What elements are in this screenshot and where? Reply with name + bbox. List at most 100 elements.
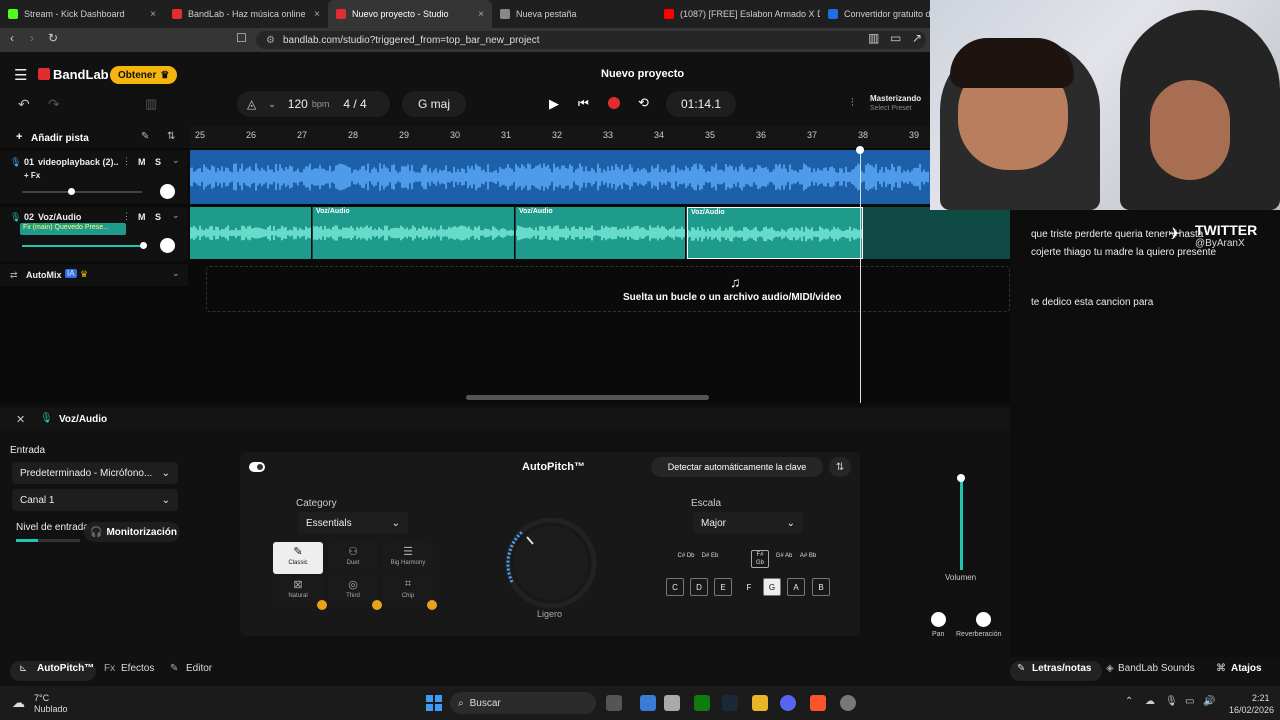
audio-clip[interactable]: Voz/Audio bbox=[313, 207, 515, 259]
task-view-icon[interactable] bbox=[606, 695, 622, 711]
volume-icon[interactable]: 🔊 bbox=[1203, 696, 1215, 707]
pen-icon[interactable]: ✎ bbox=[141, 131, 149, 142]
audio-clip-selected[interactable]: Voz/Audio bbox=[687, 207, 863, 259]
volume-fader[interactable] bbox=[960, 478, 963, 570]
detect-key-button[interactable]: Detectar automáticamente la clave bbox=[651, 457, 823, 477]
keyboard-icon[interactable]: ▥ bbox=[145, 96, 157, 112]
add-track-button[interactable]: Añadir pista bbox=[31, 133, 89, 144]
chevron-down-icon[interactable]: ⌄ bbox=[268, 99, 276, 110]
volume-slider[interactable] bbox=[22, 242, 147, 249]
project-title[interactable]: Nuevo proyecto bbox=[601, 68, 684, 80]
track-header-1[interactable]: 🎙 01 videoplayback (2)... ⋮ M S ⌄ + Fx bbox=[0, 150, 188, 204]
key-selector[interactable]: G maj bbox=[402, 91, 466, 117]
key-g-sharp[interactable]: G# Ab bbox=[775, 552, 793, 570]
pan-knob[interactable] bbox=[931, 612, 946, 627]
get-button[interactable]: Obtener ♛ bbox=[110, 66, 178, 84]
close-icon[interactable]: × bbox=[478, 9, 484, 20]
browser-tab[interactable]: Nueva pestaña bbox=[492, 0, 656, 28]
playhead-handle[interactable] bbox=[856, 146, 864, 154]
volume-slider-handle[interactable] bbox=[140, 242, 147, 249]
timeline-ruler[interactable]: 25 26 27 28 29 30 31 32 33 34 35 36 37 3… bbox=[190, 126, 930, 148]
lyrics-line[interactable]: te dedico esta cancion para bbox=[1031, 297, 1153, 308]
chevron-down-icon[interactable]: ⌄ bbox=[172, 268, 180, 279]
mastering-icon[interactable]: ⫶ bbox=[851, 97, 854, 110]
horizontal-scrollbar[interactable] bbox=[466, 395, 709, 400]
more-icon[interactable]: ⋮ bbox=[122, 156, 131, 167]
time-signature[interactable]: 4 / 4 bbox=[343, 97, 366, 111]
input-device-select[interactable]: Predeterminado - Micrófono... ⌄ bbox=[12, 462, 178, 484]
preset-duet[interactable]: ⚇ Duet bbox=[328, 542, 378, 574]
automix-row[interactable]: ⇄ AutoMix IA ♛ ⌄ bbox=[0, 264, 188, 286]
back-icon[interactable]: ‹ bbox=[10, 31, 14, 45]
chevron-up-icon[interactable]: ⌃ bbox=[1125, 696, 1133, 707]
network-icon[interactable]: ▭ bbox=[1185, 696, 1194, 707]
screen-icon[interactable]: ▭ bbox=[890, 31, 901, 45]
close-icon[interactable]: × bbox=[314, 9, 320, 20]
play-icon[interactable]: ▶ bbox=[549, 96, 559, 112]
key-e[interactable]: E bbox=[714, 578, 732, 596]
lyrics-panel[interactable]: que triste perderte queria tener y hasta… bbox=[1010, 210, 1280, 657]
clock-time[interactable]: 2:21 bbox=[1252, 693, 1270, 703]
scale-select[interactable]: Major ⌄ bbox=[693, 512, 803, 534]
track-header-2[interactable]: 🎙 02 Voz/Audio ⋮ M S ⌄ Fx (main) Quevedo… bbox=[0, 207, 188, 261]
footer-tab-editor[interactable]: Editor bbox=[186, 663, 212, 674]
redo-icon[interactable]: ↷ bbox=[48, 96, 60, 113]
pan-knob[interactable] bbox=[160, 238, 175, 253]
playhead[interactable] bbox=[860, 148, 861, 403]
fx-preset-badge[interactable]: Fx (main) Quevedo Prese... bbox=[20, 223, 126, 235]
weather-temp[interactable]: 7°C bbox=[34, 693, 49, 703]
preset-classic[interactable]: ✎ Classic bbox=[273, 542, 323, 574]
browser-tab[interactable]: BandLab - Haz música online × bbox=[164, 0, 328, 28]
bpm-value[interactable]: 120 bbox=[288, 97, 308, 111]
drop-zone[interactable] bbox=[206, 266, 1010, 312]
category-select[interactable]: Essentials ⌄ bbox=[298, 512, 408, 534]
forward-icon[interactable]: › bbox=[30, 31, 34, 45]
browser-tab-active[interactable]: Nuevo proyecto - Studio × bbox=[328, 0, 492, 28]
footer-tab-sounds[interactable]: BandLab Sounds bbox=[1118, 663, 1195, 674]
key-c-sharp[interactable]: C# Db bbox=[677, 552, 695, 570]
explorer-icon[interactable] bbox=[752, 695, 768, 711]
audio-clip[interactable]: Voz/Audio bbox=[516, 207, 686, 259]
volume-fader-handle[interactable] bbox=[957, 474, 965, 482]
footer-tab-shortcuts[interactable]: Atajos bbox=[1231, 663, 1262, 674]
brave-icon[interactable] bbox=[810, 695, 826, 711]
close-icon[interactable]: × bbox=[150, 9, 156, 20]
fx-button[interactable]: + Fx bbox=[24, 171, 40, 180]
skip-back-icon[interactable]: ⏮ bbox=[578, 96, 589, 111]
xbox-icon[interactable] bbox=[694, 695, 710, 711]
mute-button[interactable]: M bbox=[138, 157, 146, 167]
audio-clip[interactable] bbox=[190, 207, 312, 259]
key-g[interactable]: G bbox=[763, 578, 781, 596]
bookmark-icon[interactable]: ☐ bbox=[236, 31, 247, 45]
preset-natural[interactable]: ⊠ Natural bbox=[273, 575, 327, 610]
metronome-icon[interactable]: ◬ bbox=[247, 97, 256, 111]
menu-icon[interactable]: ☰ bbox=[14, 66, 27, 84]
autopitch-toggle[interactable] bbox=[249, 462, 265, 472]
key-d[interactable]: D bbox=[690, 578, 708, 596]
loop-icon[interactable]: ⟲ bbox=[638, 95, 649, 111]
settings-sliders-icon[interactable]: ⇅ bbox=[167, 131, 175, 142]
weather-desc[interactable]: Nublado bbox=[34, 704, 68, 714]
windows-start-icon[interactable] bbox=[426, 695, 442, 711]
teams-icon[interactable] bbox=[640, 695, 656, 711]
clock-date[interactable]: 16/02/2026 bbox=[1229, 705, 1274, 715]
cloud-sync-icon[interactable]: ☁ bbox=[1145, 696, 1155, 707]
pan-knob[interactable] bbox=[160, 184, 175, 199]
discord-icon[interactable] bbox=[780, 695, 796, 711]
browser-tab[interactable]: Stream - Kick Dashboard × bbox=[0, 0, 164, 28]
chevron-down-icon[interactable]: ⌄ bbox=[172, 210, 180, 221]
browser-tab[interactable]: (1087) [FREE] Eslabon Armado X Dar bbox=[656, 0, 820, 28]
track-lane-2[interactable]: Voz/Audio Voz/Audio Voz/Audio bbox=[190, 207, 1010, 259]
track-lane-1[interactable] bbox=[189, 150, 930, 204]
store-icon[interactable] bbox=[664, 695, 680, 711]
preset-chip[interactable]: ⌗ Chip bbox=[383, 575, 437, 610]
mastering-preset[interactable]: Select Preset bbox=[870, 105, 912, 112]
footer-tab-effects[interactable]: Efectos bbox=[121, 663, 154, 674]
solo-button[interactable]: S bbox=[155, 157, 161, 167]
more-icon[interactable]: ⋮ bbox=[122, 211, 131, 222]
volume-slider-handle[interactable] bbox=[68, 188, 75, 195]
record-button[interactable] bbox=[608, 97, 620, 109]
correction-knob[interactable] bbox=[496, 518, 612, 610]
key-a[interactable]: A bbox=[787, 578, 805, 596]
reload-icon[interactable]: ↻ bbox=[48, 31, 58, 45]
